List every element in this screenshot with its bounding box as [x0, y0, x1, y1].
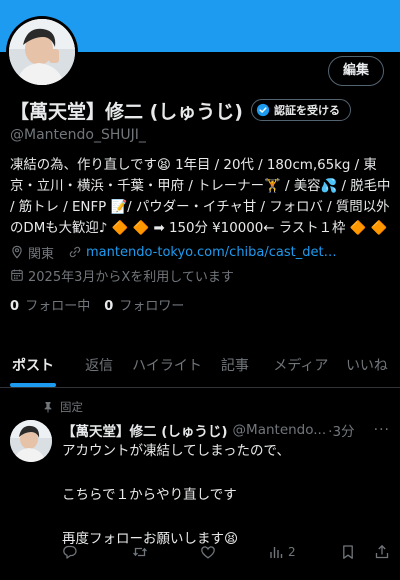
- bookmark-button[interactable]: [340, 544, 356, 560]
- tweet-line-blank: [62, 462, 390, 484]
- tab-likes[interactable]: いいね: [334, 346, 400, 387]
- followers-count: 0: [104, 299, 114, 314]
- joined-date: 2025年3月からXを利用しています: [28, 269, 234, 285]
- profile-info: 【萬天堂】修二 (しゅうじ) 認証を受ける @Mantendo_SHUJI_ 凍…: [10, 96, 394, 314]
- tweet-main: 【萬天堂】修二 (しゅうじ) @Mantendo... ·3分 ··· アカウン…: [62, 420, 390, 550]
- verified-check-icon: [256, 103, 270, 117]
- reply-button[interactable]: [62, 544, 82, 560]
- bio: 凍結の為、作り直しです😫 1年目 / 20代 / 180cm,65kg / 東京…: [10, 158, 391, 236]
- share-icon: [375, 544, 389, 559]
- share-button[interactable]: [374, 544, 390, 560]
- tweet-actions: 2: [0, 544, 400, 568]
- tab-articles[interactable]: 記事: [202, 346, 268, 387]
- profile-link[interactable]: mantendo-tokyo.com/chiba/cast_det…: [86, 245, 337, 260]
- pin-icon: [44, 402, 52, 413]
- following-label: フォロー中: [25, 299, 91, 314]
- following-link[interactable]: 0 フォロー中: [10, 295, 90, 314]
- tweet-text: アカウントが凍結してしまったので、 こちらで１からやり直しです 再度フォローお願…: [62, 440, 390, 550]
- display-name: 【萬天堂】修二 (しゅうじ): [10, 100, 243, 123]
- location-pin-icon: [12, 245, 22, 259]
- followers-link[interactable]: 0 フォロワー: [104, 295, 184, 314]
- tab-media[interactable]: メディア: [268, 346, 334, 387]
- profile-avatar[interactable]: [6, 16, 78, 88]
- bookmark-icon: [343, 545, 353, 559]
- tweet-line-blank: [62, 506, 390, 528]
- retweet-button[interactable]: [132, 544, 152, 560]
- tab-highlights[interactable]: ハイライト: [132, 346, 202, 387]
- views-icon: [270, 547, 283, 558]
- location: 関東: [28, 246, 55, 262]
- pinned-label: 固定: [60, 400, 83, 414]
- tweet-header: 【萬天堂】修二 (しゅうじ) @Mantendo... ·3分 ···: [62, 420, 390, 440]
- tweet-line: こちらで１からやり直しです: [62, 487, 237, 503]
- verify-label: 認証を受ける: [273, 104, 340, 117]
- views-count: 2: [288, 545, 296, 559]
- tweet-avatar[interactable]: [10, 420, 52, 462]
- pinned-indicator: 固定: [42, 398, 400, 416]
- views-button[interactable]: 2: [268, 544, 296, 560]
- like-button[interactable]: [200, 544, 220, 560]
- pinned-tweet[interactable]: 固定 【萬天堂】修二 (しゅうじ) @Mantendo... ·3分 ··· ア…: [0, 394, 400, 550]
- joined-row: 2025年3月からXを利用しています: [10, 265, 394, 285]
- retweet-icon: [133, 547, 147, 557]
- meta-row: 関東 mantendo-tokyo.com/chiba/cast_det…: [10, 242, 394, 262]
- following-count: 0: [10, 299, 20, 314]
- calendar-icon: [11, 269, 23, 281]
- tab-replies[interactable]: 返信: [66, 346, 132, 387]
- tab-posts[interactable]: ポスト: [0, 346, 66, 387]
- name-row: 【萬天堂】修二 (しゅうじ) 認証を受ける: [10, 96, 394, 124]
- tweet-author-name[interactable]: 【萬天堂】修二 (しゅうじ): [62, 420, 228, 440]
- reply-icon: [63, 545, 77, 559]
- link-icon: [69, 246, 81, 258]
- edit-profile-button[interactable]: 編集: [327, 56, 384, 86]
- get-verified-button[interactable]: 認証を受ける: [250, 99, 351, 121]
- followers-label: フォロワー: [119, 299, 185, 314]
- more-options-button[interactable]: ···: [374, 422, 390, 438]
- tweet-body: 【萬天堂】修二 (しゅうじ) @Mantendo... ·3分 ··· アカウン…: [0, 420, 400, 550]
- profile-tabs: ポスト 返信 ハイライト 記事 メディア いいね: [0, 346, 400, 388]
- avatar-image: [9, 19, 75, 85]
- tweet-author-handle[interactable]: @Mantendo...: [233, 422, 327, 438]
- tweet-time[interactable]: ·3分: [328, 420, 354, 440]
- heart-icon: [201, 546, 215, 559]
- follow-stats: 0 フォロー中 0 フォロワー: [10, 295, 394, 314]
- handle: @Mantendo_SHUJI_: [10, 127, 146, 143]
- tweet-line: アカウントが凍結してしまったので、: [62, 443, 291, 459]
